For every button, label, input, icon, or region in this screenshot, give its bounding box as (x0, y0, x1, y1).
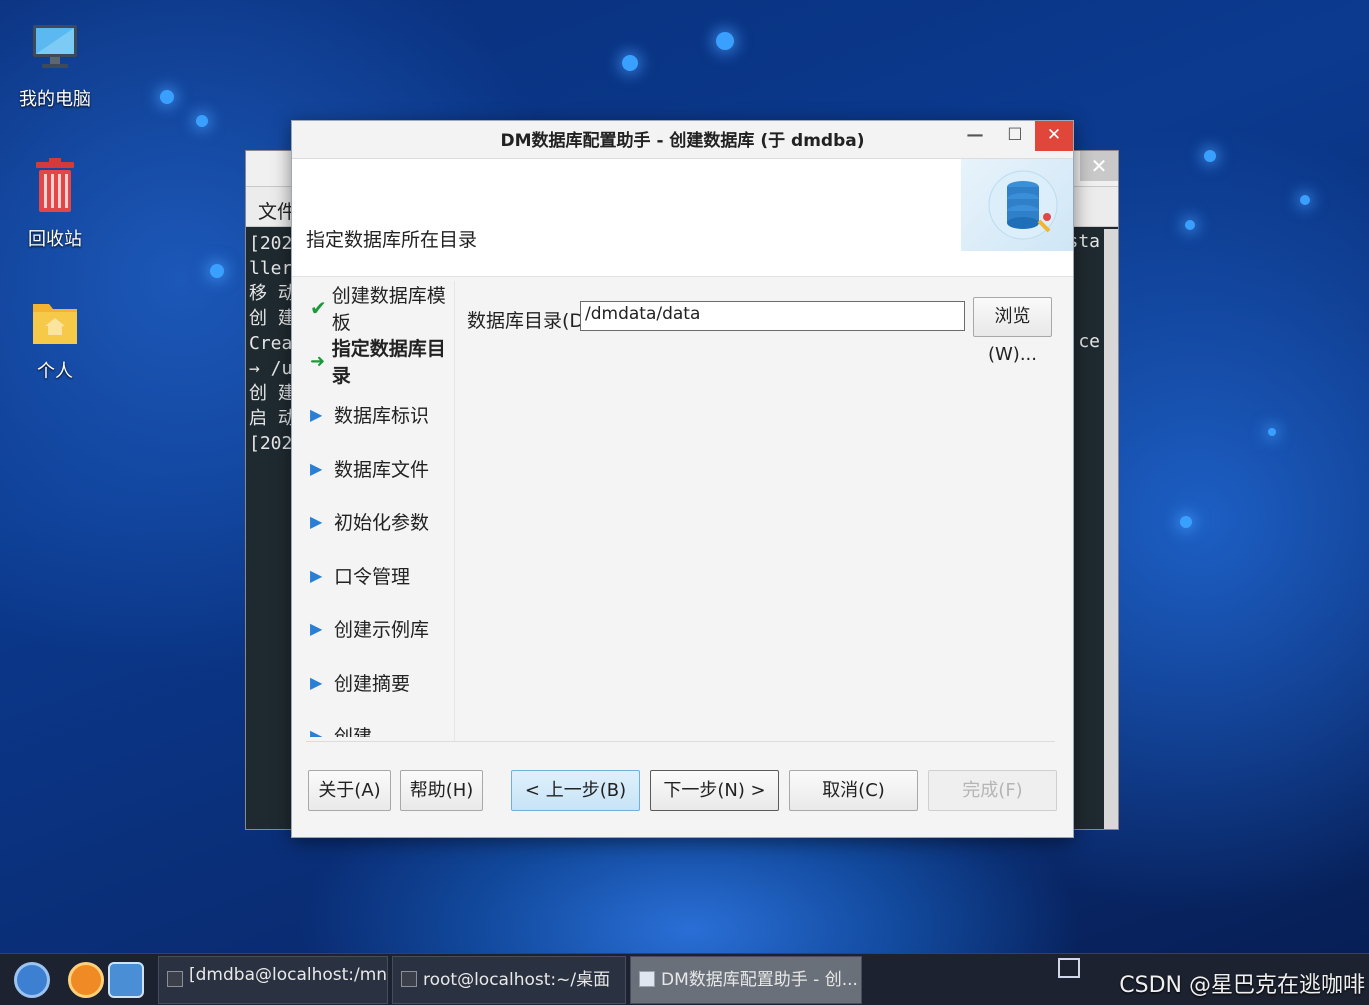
computer-icon (10, 22, 100, 79)
db-config-dialog: DM数据库配置助手 - 创建数据库 (于 dmdba) — ☐ ✕ 指定数据库所… (291, 120, 1074, 838)
triangle-right-icon: ▶ (310, 405, 323, 425)
app-window-icon (639, 971, 655, 987)
step-label: 创建摘要 (334, 672, 411, 695)
triangle-right-icon: ▶ (310, 619, 323, 639)
bg-glow-dot (1300, 195, 1310, 205)
dialog-header: 指定数据库所在目录 (292, 159, 1073, 277)
bg-glow-dot (716, 32, 734, 50)
taskbar-item-label: [dmdba@localhost:/mnt] (189, 965, 388, 985)
step-item: ▶ 数据库标识 (304, 388, 452, 442)
triangle-right-icon: ▶ (310, 512, 323, 532)
desktop-icon-label: 回收站 (28, 229, 82, 250)
taskbar-item-dm-config[interactable]: DM数据库配置助手 - 创... (630, 956, 862, 1004)
trash-icon (10, 158, 100, 219)
terminal-icon (167, 971, 183, 987)
terminal-right-text: ce (1078, 331, 1100, 352)
step-item: ▶ 创建示例库 (304, 602, 452, 656)
terminal-close-button[interactable]: ✕ (1080, 151, 1118, 181)
bg-glow-dot (196, 115, 208, 127)
taskbar-item-terminal-dmdba[interactable]: [dmdba@localhost:/mnt] (158, 956, 388, 1004)
minimize-button[interactable]: — (957, 121, 993, 151)
db-dir-input[interactable]: /dmdata/data (580, 301, 965, 331)
terminal-scrollbar[interactable] (1104, 229, 1118, 829)
desktop-icon-home[interactable]: 个人 (10, 296, 100, 383)
step-label: 数据库文件 (334, 458, 430, 481)
taskbar-item-label: root@localhost:~/桌面 (423, 970, 611, 990)
step-content: 数据库目录(D): /dmdata/data 浏览(W)... (454, 281, 1055, 741)
step-label: 创建 (334, 722, 372, 737)
bg-glow-dot (1185, 220, 1195, 230)
triangle-right-icon: ▶ (310, 672, 323, 692)
database-icon (961, 159, 1073, 251)
step-label: 创建数据库模板 (331, 284, 446, 334)
dialog-titlebar[interactable]: DM数据库配置助手 - 创建数据库 (于 dmdba) — ☐ ✕ (292, 121, 1073, 159)
home-folder-icon (10, 296, 100, 351)
prev-button[interactable]: < 上一步(B) (511, 770, 640, 811)
bg-glow-dot (1204, 150, 1216, 162)
taskbar-item-label: DM数据库配置助手 - 创... (661, 970, 858, 990)
start-menu-icon[interactable] (14, 962, 50, 998)
tray-window-icon[interactable] (1058, 958, 1080, 978)
file-manager-icon[interactable] (108, 962, 144, 998)
finish-button: 完成(F) (928, 770, 1057, 811)
desktop-icon-label: 个人 (37, 361, 73, 382)
db-dir-label: 数据库目录(D): (467, 310, 598, 332)
step-label: 指定数据库目录 (331, 338, 446, 388)
bg-glow-dot (1180, 516, 1192, 528)
next-button[interactable]: 下一步(N) > (650, 770, 779, 811)
desktop-icon-label: 我的电脑 (19, 89, 91, 110)
triangle-right-icon: ▶ (310, 565, 323, 585)
close-button[interactable]: ✕ (1035, 121, 1073, 151)
step-label: 数据库标识 (334, 405, 430, 428)
browse-button[interactable]: 浏览(W)... (973, 297, 1052, 365)
firefox-icon[interactable] (68, 962, 104, 998)
watermark: CSDN @星巴克在逃咖啡 (1119, 973, 1365, 998)
bg-glow-dot (1268, 428, 1276, 436)
step-item: ▶ 创建摘要 (304, 656, 452, 710)
step-label: 口令管理 (334, 565, 411, 588)
triangle-right-icon: ▶ (310, 726, 323, 737)
step-label: 创建示例库 (334, 619, 430, 642)
taskbar-item-terminal-root[interactable]: root@localhost:~/桌面 (392, 956, 626, 1004)
desktop-icon-computer[interactable]: 我的电脑 (10, 22, 100, 111)
step-title: 指定数据库所在目录 (306, 229, 478, 251)
bg-glow-dot (622, 55, 638, 71)
step-item: ▶ 口令管理 (304, 549, 452, 603)
triangle-right-icon: ▶ (310, 458, 323, 478)
desktop-icon-trash[interactable]: 回收站 (10, 158, 100, 251)
maximize-button[interactable]: ☐ (997, 121, 1033, 151)
help-button[interactable]: 帮助(H) (400, 770, 483, 811)
check-icon: ✔ (310, 295, 327, 320)
step-item: ▶ 数据库文件 (304, 442, 452, 496)
footer-divider (306, 741, 1055, 742)
arrow-right-icon: ➜ (310, 350, 326, 372)
step-label: 初始化参数 (334, 512, 430, 535)
dialog-title: DM数据库配置助手 - 创建数据库 (于 dmdba) (500, 131, 865, 151)
step-item: ➜ 指定数据库目录 (304, 335, 452, 389)
wizard-steps: ✔ 创建数据库模板 ➜ 指定数据库目录 ▶ 数据库标识 ▶ 数据库文件 ▶ 初始化参数 ▶… (304, 281, 452, 737)
step-item: ✔ 创建数据库模板 (304, 281, 452, 335)
step-item: ▶ 初始化参数 (304, 495, 452, 549)
step-item: ▶ 创建 (304, 709, 452, 737)
about-button[interactable]: 关于(A) (308, 770, 391, 811)
terminal-icon (401, 971, 417, 987)
cancel-button[interactable]: 取消(C) (789, 770, 918, 811)
bg-glow-dot (210, 264, 224, 278)
bg-glow-dot (160, 90, 174, 104)
taskbar: [dmdba@localhost:/mnt] root@localhost:~/… (0, 953, 1369, 1005)
